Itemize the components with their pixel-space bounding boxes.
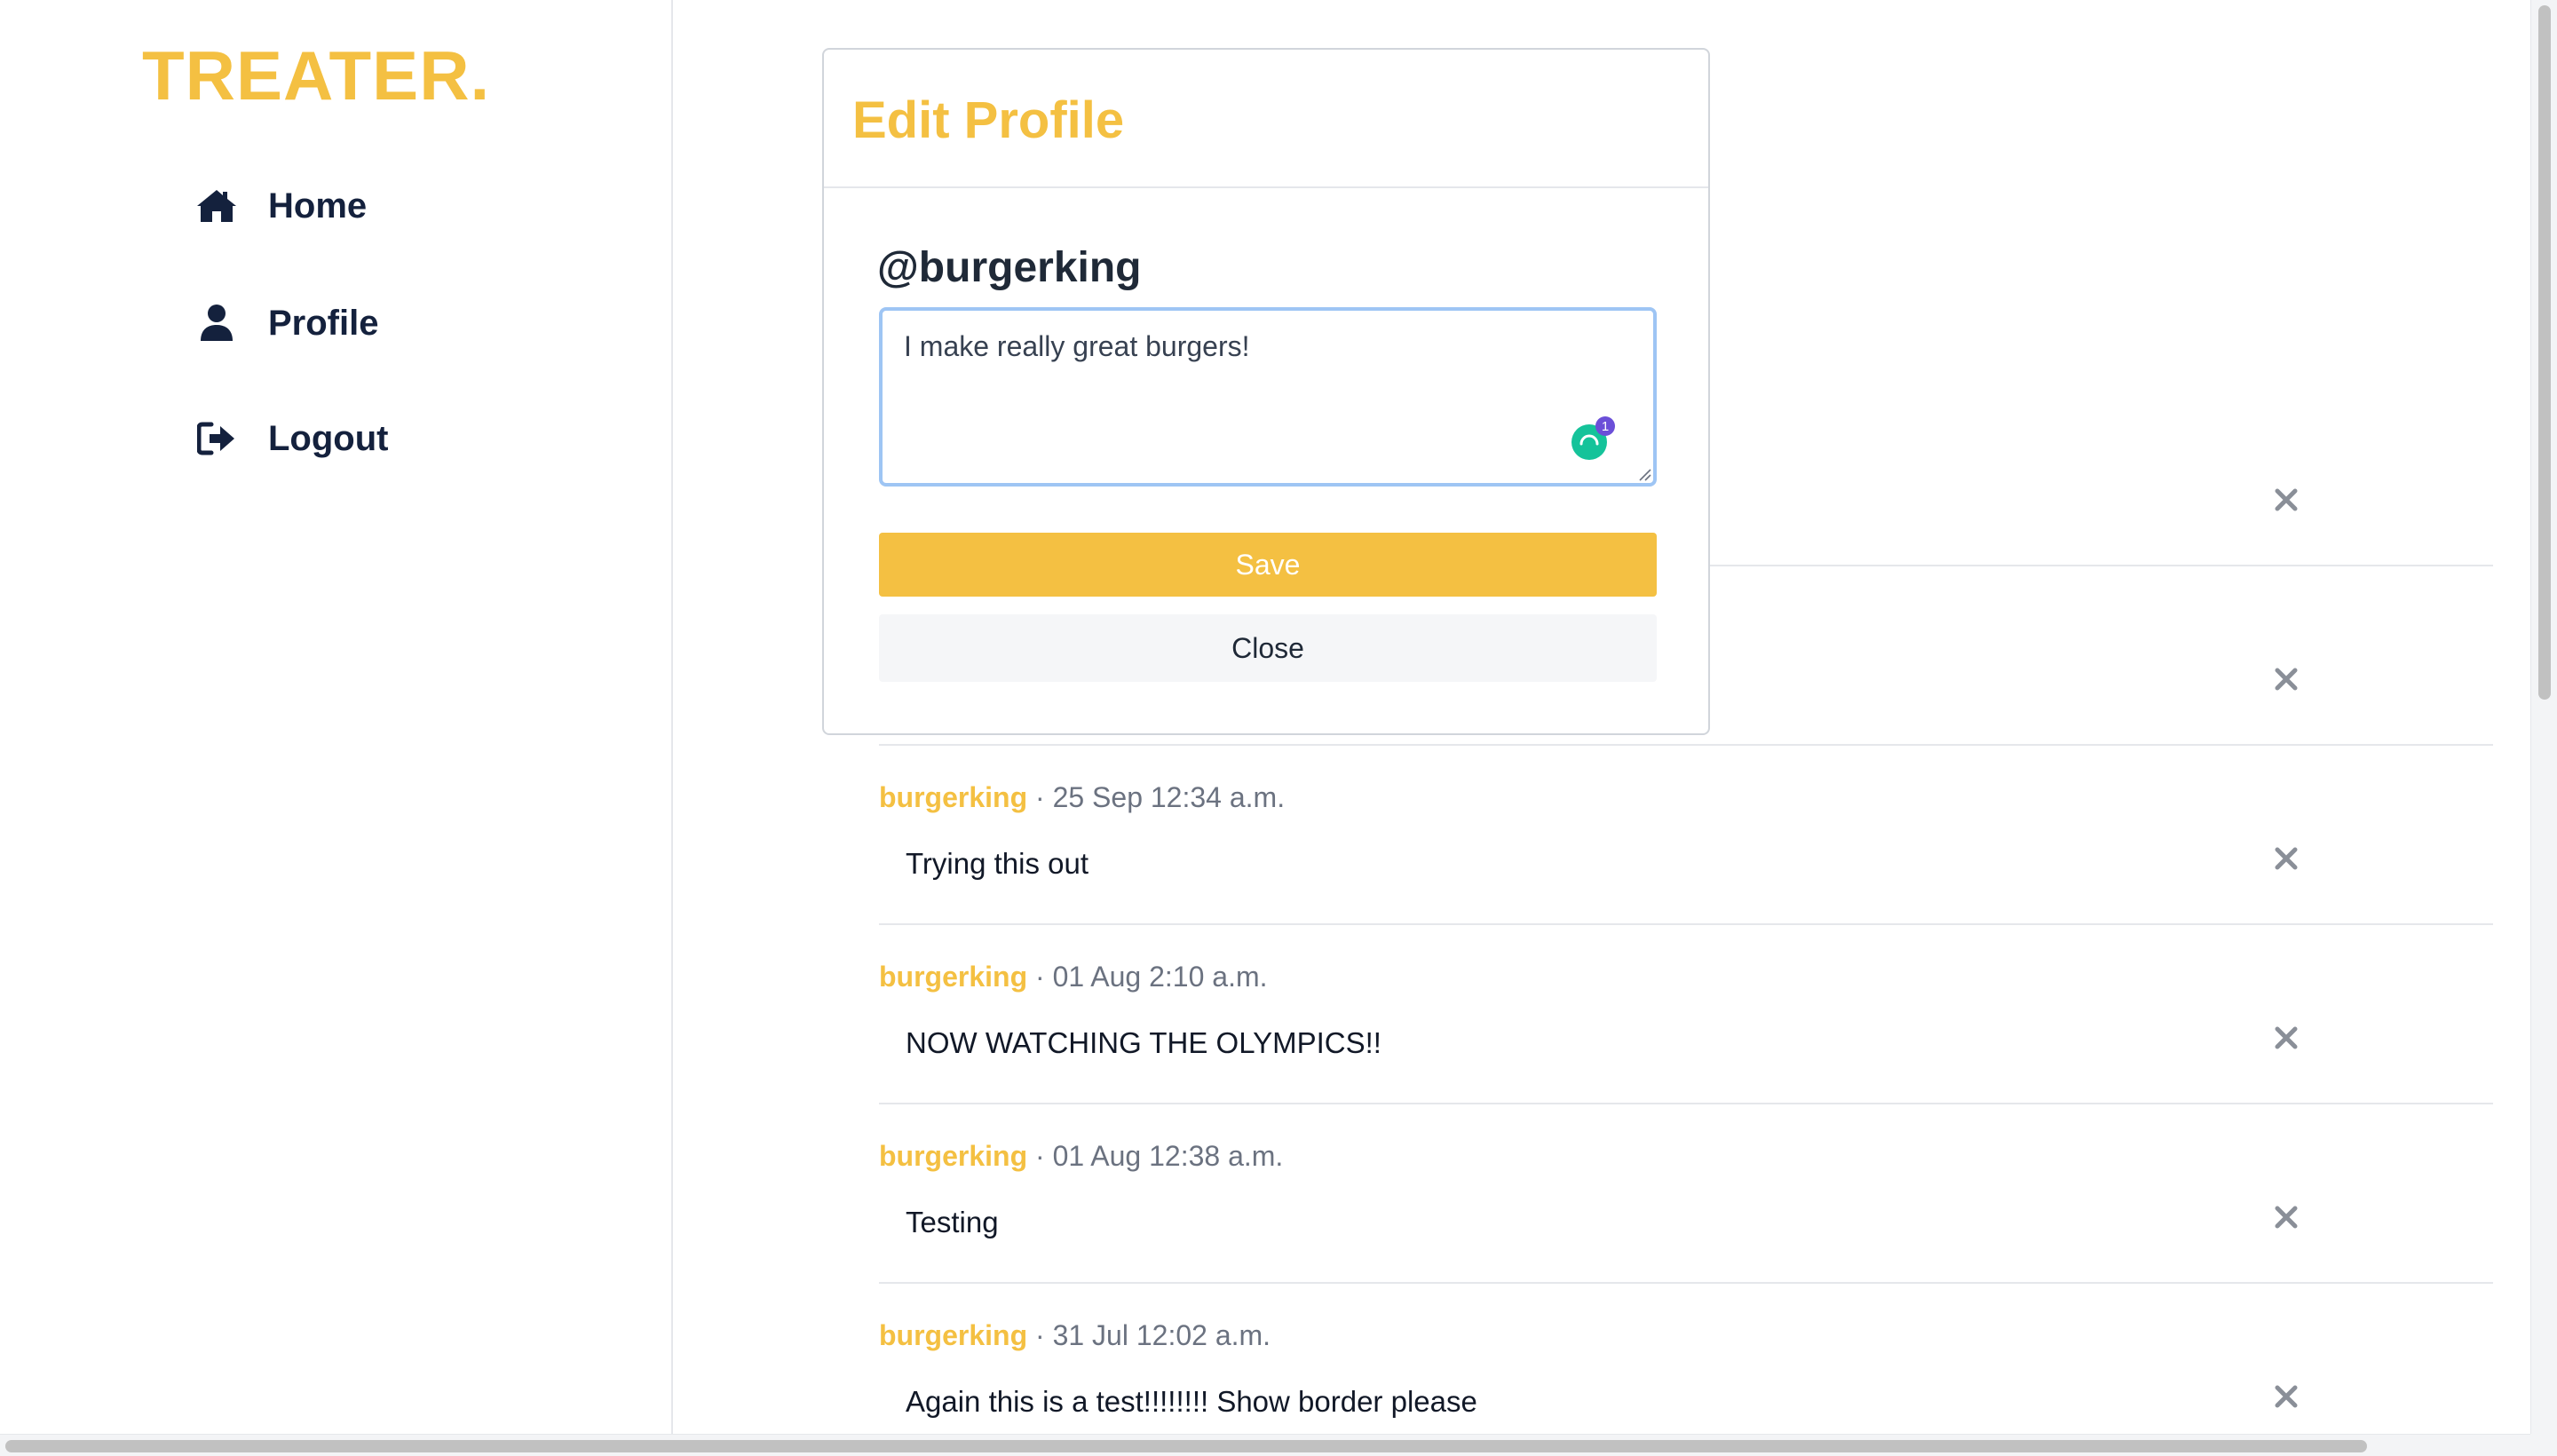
post-text: NOW WATCHING THE OLYMPICS!! [906,1026,1381,1059]
sidebar-item-logout[interactable]: Logout [192,414,389,463]
post-text: Testing [906,1206,999,1238]
modal-title: Edit Profile [852,91,1125,149]
scrollbar-corner [2530,1434,2557,1456]
bio-textarea[interactable]: I make really great burgers! [879,307,1657,487]
sidebar-item-home[interactable]: Home [192,181,367,231]
post-text: Again this is a test!!!!!!!! Show border… [906,1385,1477,1418]
user-icon [192,298,241,348]
sidebar-item-label: Logout [268,418,389,458]
sidebar-item-label: Home [268,186,368,226]
post-author[interactable]: burgerking [879,1319,1027,1351]
post-date: · 25 Sep 12:34 a.m. [1027,781,1286,813]
close-button[interactable]: Close [879,614,1657,682]
post-author[interactable]: burgerking [879,781,1027,813]
vertical-scrollbar[interactable] [2530,0,2557,1434]
post-date: · 31 Jul 12:02 a.m. [1027,1319,1271,1351]
sidebar-item-profile[interactable]: Profile [192,298,378,348]
sidebar-item-label: Profile [268,303,379,343]
vertical-scroll-thumb[interactable] [2538,5,2551,700]
feed-post: burgerking · 25 Sep 12:34 a.m. Trying th… [879,746,2493,925]
profile-handle: @burgerking [877,244,1142,291]
save-button[interactable]: Save [879,533,1657,597]
app-logo[interactable]: TREATER. [142,36,490,116]
delete-post-icon[interactable] [2273,666,2300,692]
grammar-badge-count: 1 [1602,419,1609,434]
horizontal-scroll-thumb[interactable] [5,1440,2367,1452]
feed-post: burgerking · 01 Aug 12:38 a.m. Testing [879,1104,2493,1284]
post-author[interactable]: burgerking [879,961,1027,993]
delete-post-icon[interactable] [2273,1025,2300,1051]
delete-post-icon[interactable] [2273,1204,2300,1230]
horizontal-scrollbar[interactable] [0,1434,2530,1456]
post-date: · 01 Aug 12:38 a.m. [1027,1140,1284,1172]
delete-post-icon[interactable] [2273,845,2300,872]
feed-post: burgerking · 01 Aug 2:10 a.m. NOW WATCHI… [879,925,2493,1104]
edit-profile-modal: Edit Profile @burgerking I make really g… [822,48,1710,735]
feed-post: burgerking · 31 Jul 12:02 a.m. Again thi… [879,1284,2493,1456]
post-author[interactable]: burgerking [879,1140,1027,1172]
grammar-assistant-icon[interactable]: 1 [1570,415,1616,462]
delete-post-icon[interactable] [2273,487,2300,513]
modal-header: Edit Profile [824,50,1708,188]
sidebar: TREATER. Home Profile Logout [0,0,673,1434]
home-icon [192,181,241,231]
post-date: · 01 Aug 2:10 a.m. [1027,961,1268,993]
delete-post-icon[interactable] [2273,1383,2300,1410]
post-text: Trying this out [906,847,1089,880]
sign-out-icon [192,414,241,463]
resize-grip-icon[interactable] [1637,467,1651,481]
